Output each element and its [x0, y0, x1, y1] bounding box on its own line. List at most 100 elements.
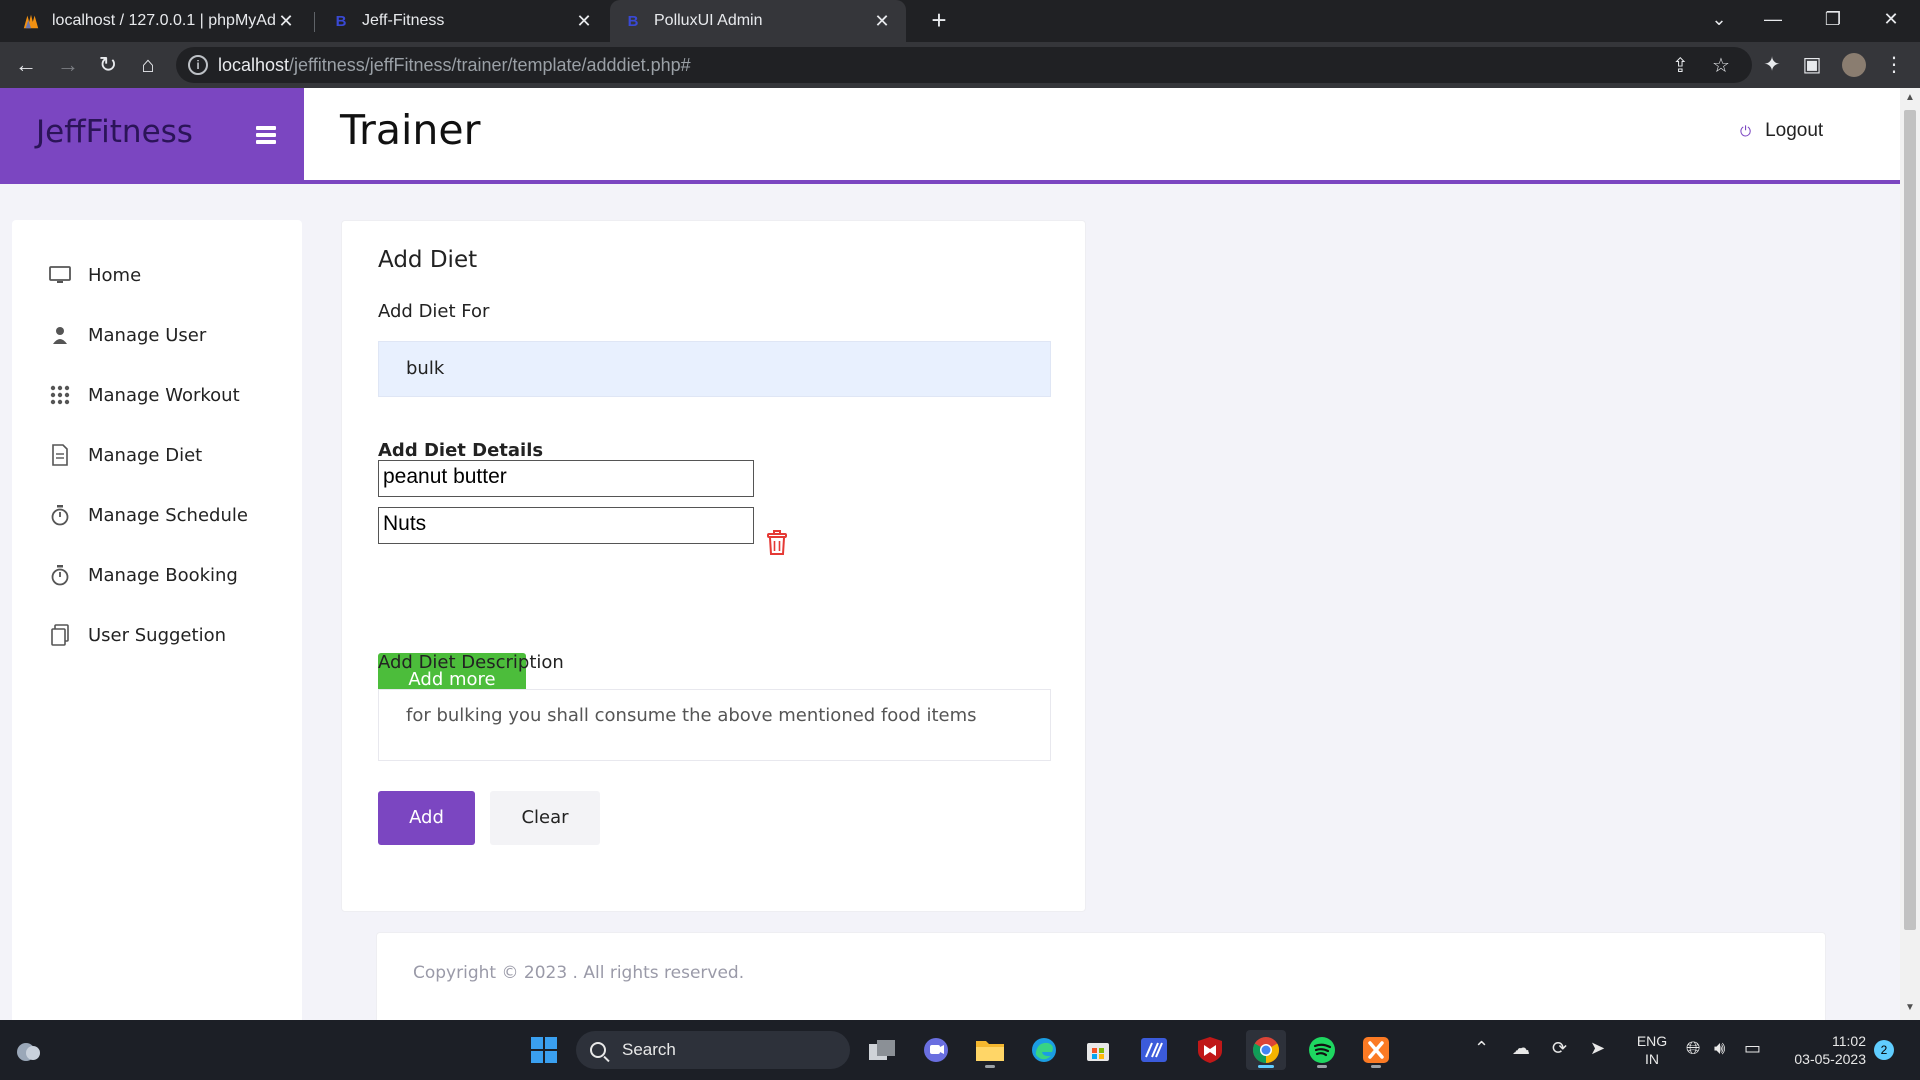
site-info-icon[interactable]: i: [188, 55, 208, 75]
monitor-icon: [48, 263, 72, 287]
restore-button[interactable]: ❐: [1810, 0, 1856, 40]
grid-icon: [48, 383, 72, 407]
tab-polluxui-admin[interactable]: B PolluxUI Admin ✕: [610, 0, 906, 42]
spotify-icon[interactable]: [1302, 1030, 1342, 1070]
running-indicator: [1371, 1065, 1381, 1068]
sidebar-item-label: Manage Schedule: [88, 504, 248, 526]
side-panel-icon[interactable]: ▣: [1796, 49, 1828, 81]
chrome-icon[interactable]: [1246, 1030, 1286, 1070]
logout-label: Logout: [1765, 120, 1824, 141]
stopwatch-icon: [48, 503, 72, 527]
clock[interactable]: 11:02 03-05-2023: [1782, 1032, 1866, 1068]
onedrive-icon[interactable]: ☁: [1512, 1038, 1530, 1059]
network-globe-icon[interactable]: 🌐︎: [1686, 1038, 1700, 1059]
microsoft-store-icon[interactable]: [1078, 1030, 1118, 1070]
forward-button[interactable]: →: [52, 49, 84, 81]
brand-logo[interactable]: JeffFitness: [36, 114, 193, 150]
sidebar-item-label: Manage Booking: [88, 564, 238, 586]
mcafee-icon[interactable]: [1190, 1030, 1230, 1070]
page-footer: Copyright © 2023 . All rights reserved.: [376, 932, 1826, 1020]
edge-icon[interactable]: [1024, 1030, 1064, 1070]
tab-search-icon[interactable]: ⌄: [1696, 0, 1742, 40]
start-icon[interactable]: [524, 1030, 564, 1070]
close-tab-icon[interactable]: ✕: [574, 11, 594, 32]
notification-badge[interactable]: 2: [1874, 1040, 1894, 1060]
share-icon[interactable]: ⇪: [1672, 53, 1689, 78]
home-button[interactable]: ⌂: [132, 49, 164, 81]
tab-phpmyadmin[interactable]: localhost / 127.0.0.1 | phpMyAdmin ✕: [8, 0, 310, 42]
back-button[interactable]: ←: [10, 49, 42, 81]
close-tab-icon[interactable]: ✕: [872, 11, 892, 32]
scroll-up-arrow[interactable]: ▲: [1900, 92, 1920, 103]
sidebar-item-manage-booking[interactable]: Manage Booking: [48, 560, 238, 590]
diet-description-label: Add Diet Description: [378, 652, 564, 673]
clear-button[interactable]: Clear: [490, 791, 600, 845]
avatar[interactable]: [1838, 49, 1870, 81]
brand-header: JeffFitness: [0, 88, 304, 184]
windows-taskbar: Search ⌃ ☁ ⟳ ➤ ENG IN 🌐︎ 🔊︎ ▭ 11:02 03-0…: [0, 1020, 1920, 1080]
sidebar-item-user-suggetion[interactable]: User Suggetion: [48, 620, 226, 650]
url-text: localhost/jeffitness/jeffFitness/trainer…: [218, 55, 691, 75]
teams-chat-icon[interactable]: [916, 1030, 956, 1070]
battery-icon[interactable]: ▭: [1744, 1038, 1761, 1059]
close-window-button[interactable]: ✕: [1868, 0, 1914, 40]
top-navbar: Trainer ⏻ Logout: [304, 88, 1900, 180]
bootstrap-icon: B: [627, 12, 639, 30]
add-diet-card: Add Diet Add Diet For bulk Add Diet Deta…: [341, 220, 1086, 912]
diet-detail-input[interactable]: peanut butter: [378, 460, 754, 497]
search-icon: [590, 1042, 606, 1058]
page-scrollbar[interactable]: ▲ ▼: [1900, 88, 1920, 1020]
tray-overflow-chevron-icon[interactable]: ⌃: [1474, 1038, 1489, 1059]
sidebar-item-manage-user[interactable]: Manage User: [48, 320, 206, 350]
address-bar[interactable]: i localhost/jeffitness/jeffFitness/train…: [176, 47, 1752, 83]
active-indicator: [1258, 1065, 1274, 1068]
minimize-button[interactable]: —: [1750, 0, 1796, 40]
menu-toggle-icon[interactable]: [256, 126, 276, 144]
sidebar-item-label: User Suggetion: [88, 624, 226, 646]
logout-link[interactable]: ⏻ Logout: [1740, 120, 1823, 142]
diet-details-label: Add Diet Details: [378, 440, 544, 461]
weather-widget-icon[interactable]: [8, 1030, 48, 1070]
user-icon: [48, 323, 72, 347]
sidebar-item-home[interactable]: Home: [48, 260, 141, 290]
page-title: Trainer: [340, 106, 481, 154]
add-button[interactable]: Add: [378, 791, 475, 845]
bookmark-star-icon[interactable]: ☆: [1712, 53, 1730, 78]
taskbar-search-label: Search: [622, 1040, 676, 1059]
location-icon[interactable]: ➤: [1590, 1038, 1605, 1059]
copy-icon: [48, 623, 72, 647]
new-tab-button[interactable]: +: [924, 6, 954, 36]
scrollbar-thumb[interactable]: [1904, 110, 1916, 930]
language-indicator[interactable]: ENG IN: [1632, 1032, 1672, 1068]
file-explorer-icon[interactable]: [970, 1030, 1010, 1070]
taskbar-search[interactable]: Search: [576, 1031, 850, 1069]
sidebar-item-manage-workout[interactable]: Manage Workout: [48, 380, 240, 410]
task-view-icon[interactable]: [862, 1030, 902, 1070]
header-accent-line: [304, 180, 1900, 184]
stopwatch-icon: [48, 563, 72, 587]
diet-for-label: Add Diet For: [378, 301, 490, 322]
running-indicator: [1317, 1065, 1327, 1068]
tab-title: localhost / 127.0.0.1 | phpMyAdmin: [52, 12, 276, 29]
diet-description-textarea[interactable]: for bulking you shall consume the above …: [378, 689, 1051, 761]
bootstrap-icon: B: [335, 12, 347, 30]
sidebar-item-manage-diet[interactable]: Manage Diet: [48, 440, 202, 470]
volume-icon[interactable]: 🔊︎: [1714, 1038, 1725, 1059]
running-indicator: [985, 1065, 995, 1068]
xampp-icon[interactable]: [1356, 1030, 1396, 1070]
tab-jeff-fitness[interactable]: B Jeff-Fitness ✕: [318, 0, 608, 42]
sidebar-item-manage-schedule[interactable]: Manage Schedule: [48, 500, 248, 530]
extensions-icon[interactable]: ✦: [1756, 49, 1788, 81]
close-tab-icon[interactable]: ✕: [276, 11, 296, 32]
tab-title: Jeff-Fitness: [362, 12, 445, 29]
reload-button[interactable]: ↻: [92, 49, 124, 81]
tab-title: PolluxUI Admin: [654, 12, 763, 29]
chrome-menu-icon[interactable]: ⋮: [1878, 49, 1910, 81]
diet-for-field[interactable]: bulk: [378, 341, 1051, 397]
sync-icon[interactable]: ⟳: [1552, 1038, 1567, 1059]
scroll-down-arrow[interactable]: ▼: [1900, 1002, 1920, 1013]
code-editor-icon[interactable]: [1134, 1030, 1174, 1070]
diet-detail-input[interactable]: Nuts: [378, 507, 754, 544]
delete-row-icon[interactable]: [766, 530, 788, 556]
copyright-text: Copyright © 2023 . All rights reserved.: [413, 963, 745, 983]
